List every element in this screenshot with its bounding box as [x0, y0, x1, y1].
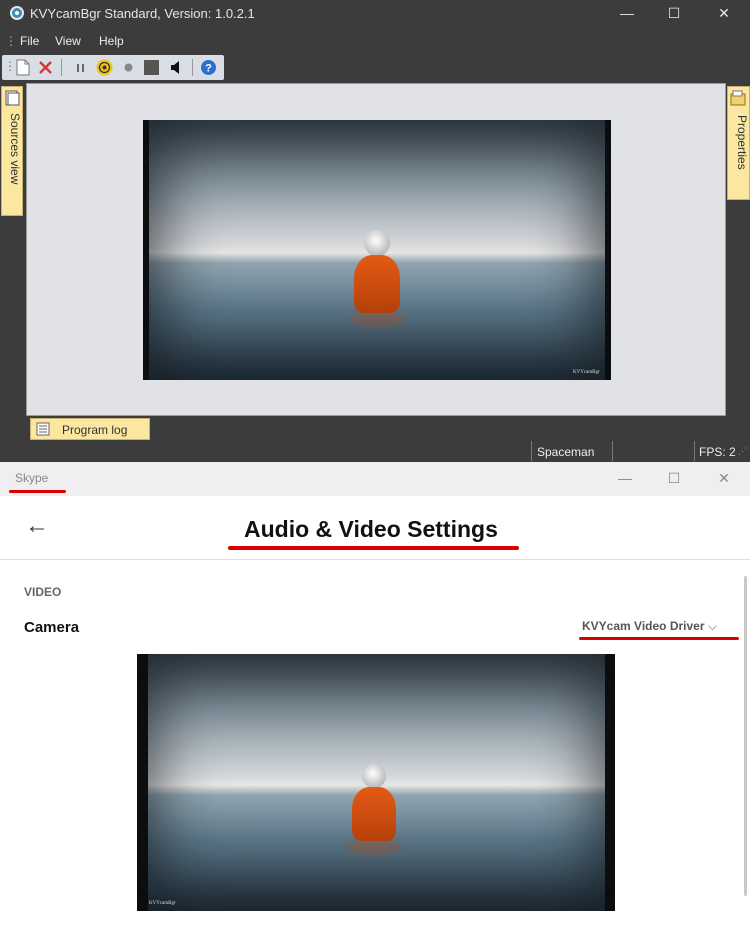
record-icon[interactable]: [120, 59, 137, 76]
status-source: Spaceman: [537, 445, 595, 459]
delete-icon[interactable]: [37, 59, 54, 76]
status-bar: Spaceman FPS: 2 ⋰: [0, 441, 750, 461]
close-button[interactable]: ✕: [701, 0, 747, 26]
skype-maximize-button[interactable]: ☐: [659, 470, 689, 487]
annotation-underline: [228, 546, 519, 550]
page-title: Audio & Video Settings: [244, 516, 498, 542]
chevron-down-icon: ⌵: [707, 619, 717, 633]
kvycam-window: KVYcamBgr Standard, Version: 1.0.2.1 — ☐…: [0, 0, 750, 462]
speaker-icon[interactable]: [168, 59, 185, 76]
preview-image: KVYcamBgr: [143, 120, 611, 380]
toolbar-separator: [192, 59, 193, 76]
skype-minimize-button[interactable]: —: [610, 470, 640, 486]
resize-grip-icon[interactable]: ⋰: [738, 446, 747, 457]
camera-select[interactable]: KVYcam Video Driver ⌵: [582, 619, 717, 634]
camera-watermark: KVYcamBgr: [149, 901, 176, 906]
menu-view[interactable]: View: [55, 34, 81, 48]
stop-icon[interactable]: [143, 59, 160, 76]
toolbar-separator: [61, 59, 62, 76]
annotation-underline: [579, 637, 739, 640]
skype-window-title: Skype: [15, 471, 49, 485]
log-icon: [36, 422, 50, 436]
menu-grip-icon: ⋮: [5, 34, 17, 48]
program-log-label: Program log: [62, 423, 128, 437]
camera-select-value: KVYcam Video Driver: [582, 619, 705, 633]
minimize-button[interactable]: —: [604, 0, 650, 26]
scrollbar[interactable]: [744, 576, 747, 896]
toolbar: ⋮ ?: [2, 55, 224, 80]
new-icon[interactable]: [14, 59, 31, 76]
menu-file[interactable]: File: [20, 34, 39, 48]
skype-close-button[interactable]: ✕: [709, 470, 739, 487]
kvycam-app-icon: [10, 6, 24, 20]
maximize-button[interactable]: ☐: [651, 0, 697, 26]
annotation-underline: [9, 490, 66, 493]
status-fps: FPS: 2: [699, 445, 736, 459]
camera-preview: KVYcamBgr: [137, 654, 615, 911]
section-heading: VIDEO: [24, 585, 62, 599]
menu-help[interactable]: Help: [99, 34, 124, 48]
program-log-tab[interactable]: Program log: [30, 418, 150, 440]
preview-canvas: KVYcamBgr: [26, 83, 726, 416]
settings-header: ← Audio & Video Settings: [0, 496, 750, 560]
kvycam-window-title: KVYcamBgr Standard, Version: 1.0.2.1: [30, 6, 255, 21]
properties-label: Properties: [735, 115, 749, 170]
broadcast-icon[interactable]: [96, 59, 113, 76]
preview-watermark: KVYcamBgr: [573, 370, 600, 375]
help-icon[interactable]: ?: [200, 59, 217, 76]
sources-view-label: Sources view: [8, 113, 22, 185]
svg-text:?: ?: [205, 63, 212, 75]
skype-window: Skype — ☐ ✕ ← Audio & Video Settings VID…: [0, 462, 750, 929]
camera-label: Camera: [24, 619, 80, 636]
menu-bar: ⋮ File View Help: [0, 30, 750, 52]
kvycam-titlebar: KVYcamBgr Standard, Version: 1.0.2.1 — ☐…: [0, 0, 750, 28]
sources-view-icon: [5, 90, 20, 106]
pause-icon[interactable]: [72, 59, 89, 76]
skype-titlebar: Skype — ☐ ✕: [0, 462, 750, 496]
properties-icon: [730, 90, 746, 106]
back-arrow-icon[interactable]: ←: [25, 512, 49, 540]
